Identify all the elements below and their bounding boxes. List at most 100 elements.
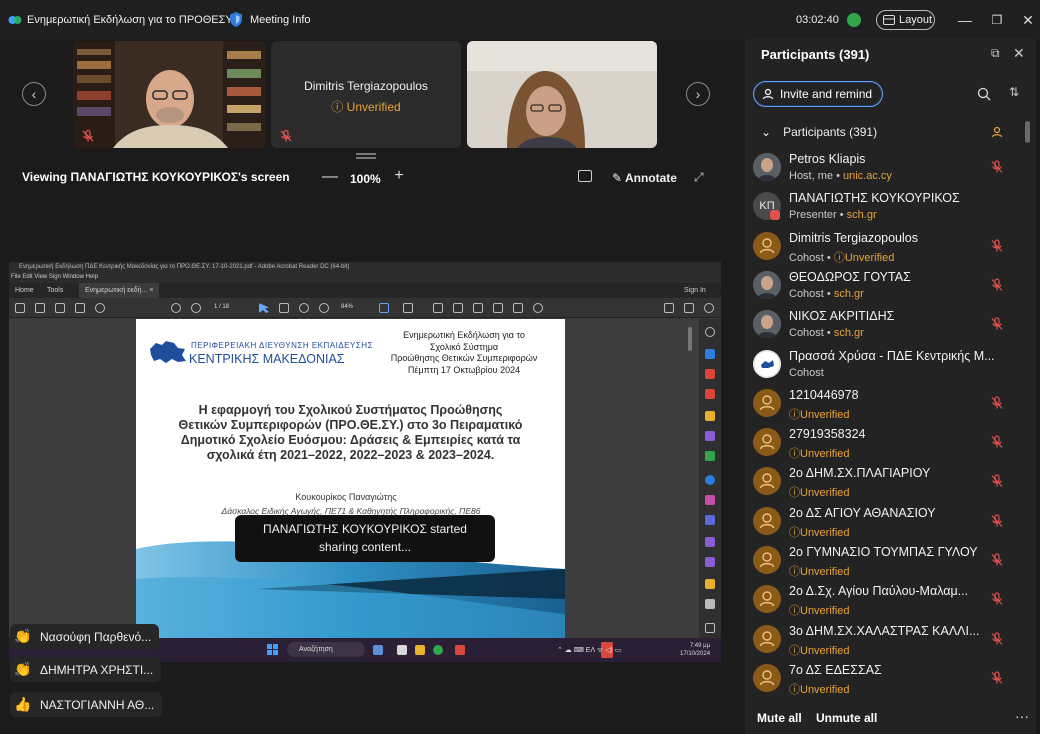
- participant-avatar: [753, 153, 781, 181]
- unverified-icon: ⓘ: [789, 487, 800, 500]
- upload-icon: [55, 303, 65, 313]
- participant-row[interactable]: 2ο ΔΗΜ.ΣΧ.ΠΛΑΓΙΑΡΙΟΥ ⓘUnverified: [753, 462, 1023, 501]
- slide-event-block: Ενημερωτική Εκδήλωση για το Σχολικό Σύστ…: [374, 330, 554, 376]
- participant-subtitle: ⓘUnverified: [789, 524, 850, 540]
- muted-mic-icon[interactable]: [991, 474, 1003, 488]
- search-icon: [95, 303, 105, 313]
- combine-icon: [705, 431, 715, 441]
- slide-heading-line: Η εφαρμογή του Σχολικού Συστήματος Προώθ…: [198, 403, 503, 417]
- zoom-level: 100%: [350, 172, 381, 186]
- remote-control-icon[interactable]: [578, 170, 592, 182]
- participant-row[interactable]: ΝΙΚΟΣ ΑΚΡΙΤΙΔΗΣ Cohost • sch.gr: [753, 305, 1023, 344]
- participant-row[interactable]: Dimitris Tergiazopoulos Cohost • ⓘUnverif…: [753, 227, 1023, 266]
- slide-event-line: Ενημερωτική Εκδήλωση για το: [403, 330, 525, 340]
- popout-icon[interactable]: ⧉: [991, 46, 1000, 61]
- pdf-tools-pane: [699, 319, 721, 638]
- connection-status-icon[interactable]: [847, 13, 861, 27]
- muted-mic-icon[interactable]: [991, 553, 1003, 567]
- close-panel-button[interactable]: ✕: [1013, 45, 1025, 62]
- participant-row[interactable]: 3ο ΔΗΜ.ΣΧ.ΧΑΛΑΣΤΡΑΣ ΚΑΛΛΙ... ⓘUnverified: [753, 620, 1023, 659]
- participant-name: 7ο ΔΣ ΕΔΕΣΣΑΣ: [789, 662, 882, 677]
- participants-group-header[interactable]: ⌄ Participants (391): [761, 125, 877, 139]
- shared-screen[interactable]: Ενημερωτική Εκδήλωση ΠΔΕ Κεντρικής Μακεδ…: [9, 262, 721, 662]
- muted-mic-icon[interactable]: [991, 514, 1003, 528]
- participant-name: ΠΑΝΑΓΙΩΤΗΣ ΚΟΥΚΟΥΡΙΚΟΣ: [789, 191, 960, 206]
- participant-row[interactable]: 1210446978 ⓘUnverified: [753, 384, 1023, 423]
- participant-row[interactable]: Petros Kliapis Host, me • unic.ac.cy: [753, 148, 1023, 187]
- muted-mic-icon[interactable]: [991, 396, 1003, 410]
- more-tools-icon: [705, 599, 715, 609]
- muted-mic-icon[interactable]: [991, 671, 1003, 685]
- participant-domain: unic.ac.cy: [842, 170, 892, 182]
- participant-row[interactable]: ΚΠ ΠΑΝΑΓΙΩΤΗΣ ΚΟΥΚΟΥΡΙΚΟΣ Presenter • sch.…: [753, 187, 1023, 226]
- participant-row[interactable]: Πρασσά Χρύσα - ΠΔΕ Κεντρικής Μ... Cohost: [753, 345, 1023, 384]
- participant-avatar: [753, 231, 781, 260]
- maximize-button[interactable]: ❐: [988, 11, 1006, 29]
- participants-scrollbar[interactable]: [1025, 121, 1030, 143]
- video-prev-button[interactable]: ‹: [22, 82, 46, 106]
- muted-mic-icon[interactable]: [991, 592, 1003, 606]
- participant-row[interactable]: 2ο ΔΣ ΑΓΙΟΥ ΑΘΑΝΑΣΙΟΥ ⓘUnverified: [753, 502, 1023, 541]
- annotate-button[interactable]: ✎ Annotate: [612, 171, 677, 185]
- presenter-badge-icon: [770, 210, 780, 221]
- mute-all-button[interactable]: Mute all: [757, 711, 802, 725]
- shared-toolbar: 1 / 18 84%: [9, 298, 721, 318]
- slide-region-line2: ΚΕΝΤΡΙΚΗΣ ΜΑΚΕΔΟΝΙΑΣ: [189, 352, 345, 366]
- more-options-icon[interactable]: ···: [1015, 708, 1029, 724]
- region-map-logo-icon: [150, 341, 186, 363]
- sort-icon[interactable]: ⇅: [1009, 85, 1019, 99]
- unverified-icon: ⓘ: [789, 566, 800, 578]
- meeting-info-button[interactable]: Meeting Info: [250, 14, 311, 26]
- muted-mic-icon[interactable]: [991, 278, 1003, 292]
- zoom-out-button[interactable]: —: [322, 168, 338, 186]
- participant-name: Petros Kliapis: [789, 152, 866, 166]
- participant-row[interactable]: 27919358324 ⓘUnverified: [753, 423, 1023, 462]
- video-tile-2[interactable]: Dimitris Tergiazopoulos ⓘ Unverified: [271, 41, 461, 148]
- participant-avatar: [753, 624, 781, 653]
- muted-mic-icon[interactable]: [991, 160, 1003, 174]
- slide-event-line: Πέμπτη 17 Οκτωβρίου 2024: [407, 364, 521, 375]
- participant-row[interactable]: 2ο ΓΥΜΝΑΣΙΟ ΤΟΥΜΠΑΣ ΓΥΛΟΥ ⓘUnverified: [753, 541, 1023, 580]
- participant-row[interactable]: ΘΕΟΔΩΡΟΣ ΓΟΥΤΑΣ Cohost • sch.gr: [753, 266, 1023, 305]
- search-icon[interactable]: [977, 87, 991, 101]
- participant-name: 2ο Δ.Σχ. Αγίου Παύλου-Μαλαμ...: [789, 584, 969, 599]
- minimize-button[interactable]: —: [956, 11, 974, 29]
- muted-mic-icon[interactable]: [991, 631, 1003, 646]
- zoom-in-button[interactable]: +: [392, 167, 406, 185]
- taskbar-chrome-icon: [433, 645, 443, 655]
- reaction-notification: 👏 ΔΗΜΗΤΡΑ ΧΡΗΣΤΙ...: [10, 657, 162, 682]
- expand-icon[interactable]: ⤢: [694, 170, 704, 185]
- video-tile-1[interactable]: [73, 41, 265, 148]
- pen-icon: ✎: [612, 171, 623, 185]
- participant-status: Unverified: [844, 251, 895, 264]
- star-icon: [35, 303, 45, 313]
- comment-icon: [433, 303, 443, 313]
- unverified-icon: ⓘ: [789, 408, 800, 421]
- viewing-screen-label: Viewing ΠΑΝΑΓΙΩΤΗΣ ΚΟΥΚΟΥΡΙΚΟΣ's screen: [22, 170, 290, 184]
- shield-icon[interactable]: [228, 11, 244, 28]
- participant-domain: sch.gr: [846, 209, 877, 222]
- close-window-button[interactable]: ✕: [1019, 11, 1037, 29]
- resize-handle[interactable]: [356, 153, 376, 159]
- video-next-button[interactable]: ›: [686, 82, 710, 106]
- invite-and-remind-button[interactable]: Invite and remind: [753, 81, 883, 107]
- muted-mic-icon[interactable]: [991, 238, 1003, 253]
- participant-row[interactable]: 2ο Δ.Σχ. Αγίου Παύλου-Μαλαμ... ⓘUnverifie…: [753, 580, 1023, 619]
- sign-icon: [493, 303, 503, 313]
- layout-button[interactable]: Layout: [876, 10, 935, 30]
- video-tile-3[interactable]: [467, 41, 657, 148]
- edit-pdf-icon: [705, 389, 715, 399]
- participant-avatar: [753, 663, 781, 692]
- muted-mic-icon[interactable]: [991, 435, 1003, 449]
- unverified-icon: ⓘ: [789, 644, 800, 657]
- toast-line: sharing content...: [318, 540, 412, 554]
- participant-row[interactable]: 7ο ΔΣ ΕΔΕΣΣΑΣ ⓘUnverified: [753, 659, 1023, 698]
- export-pdf-icon: [705, 349, 715, 359]
- muted-mic-icon[interactable]: [991, 317, 1003, 331]
- delete-icon: [513, 303, 523, 313]
- shared-tab-tools: Tools: [47, 287, 64, 294]
- raise-hand-icon[interactable]: [991, 126, 1003, 138]
- unmute-all-button[interactable]: Unmute all: [816, 711, 877, 725]
- shared-tab-close-icon: ×: [149, 287, 154, 294]
- participant-name: 2ο ΔΗΜ.ΣΧ.ΠΛΑΓΙΑΡΙΟΥ: [789, 466, 931, 481]
